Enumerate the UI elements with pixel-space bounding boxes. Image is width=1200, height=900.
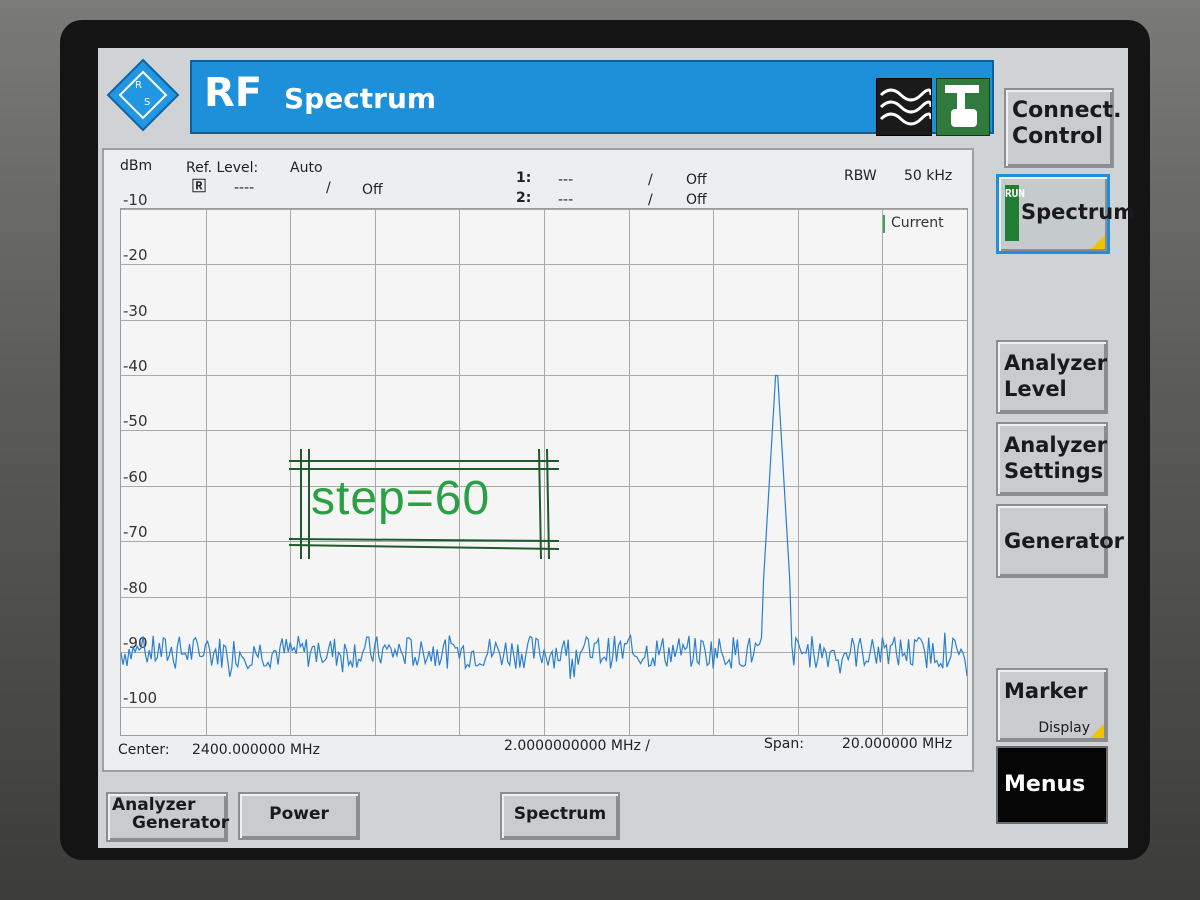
step-annotation: step=60 [289,449,559,559]
analyzer-settings-label-2: Settings [1004,459,1104,483]
div-value: 2.0000000000 MHz / [504,738,651,754]
marker-2-value: --- [558,192,574,208]
spectrum-plot-panel: dBm Ref. Level: Auto 🅁 ---- / Off 1: ---… [102,148,974,772]
submenu-indicator-icon [1091,235,1105,249]
marker-display-button[interactable]: Marker Display [996,668,1108,742]
connect-label-2: Control [1012,124,1103,149]
svg-text:R: R [135,80,142,91]
analyzer-generator-label-2: Generator [132,813,230,833]
ref-marker-sep: / [326,180,331,196]
hand-pointer-icon [945,85,979,127]
unit-label: dBm [120,158,153,174]
waveform-button[interactable] [876,78,933,136]
analyzer-generator-button[interactable]: Analyzer Generator [106,792,230,842]
rbw-value: 50 kHz [904,168,953,184]
power-button[interactable]: Power [238,792,360,840]
spectrum-bottom-button[interactable]: Spectrum [500,792,620,840]
ref-marker-state: Off [362,182,383,198]
analyzer-level-button[interactable]: Analyzer Level [996,340,1108,414]
analyzer-generator-label-1: Analyzer [112,795,196,815]
ref-level-label: Ref. Level: [186,160,259,176]
marker-sub-label: Display [1038,720,1090,736]
marker-2-icon: 2: [516,190,532,206]
instrument-screen: R S RF Spectrum Connect. Control dBm Ref… [98,48,1135,848]
marker-1-sep: / [648,172,653,188]
header: R S RF Spectrum Connect. Control [98,48,1128,168]
span-value: 20.000000 MHz [842,736,953,752]
connect-control-button[interactable]: Connect. Control [1004,88,1122,168]
analyzer-level-label-1: Analyzer [1004,351,1108,375]
spectrum-plot-area[interactable]: -10 -20 -30 -40 -50 -60 -70 -80 -90 -100 Current … [120,191,968,736]
ref-marker-value: ---- [234,180,255,196]
title-bar: RF Spectrum [190,60,994,134]
analyzer-level-label-2: Level [1004,377,1067,401]
spectrum-bottom-label: Spectrum [513,804,607,824]
rbw-label: RBW [844,168,877,184]
marker-1-icon: 1: [516,170,532,186]
menus-button[interactable]: Menus [996,746,1108,824]
center-label: Center: [118,742,170,758]
center-value: 2400.000000 MHz [192,742,320,758]
connect-label-1: Connect. [1012,98,1122,123]
power-label: Power [269,804,329,824]
ref-marker-icon: 🅁 [192,179,206,195]
analyzer-settings-label-1: Analyzer [1004,433,1108,457]
generator-label: Generator [1004,529,1125,553]
marker-label: Marker [1004,679,1088,703]
run-indicator: RUN [1005,185,1025,241]
menus-label: Menus [1004,772,1086,797]
submenu-indicator-icon [1090,724,1104,738]
marker-1-state: Off [686,172,707,188]
step-annotation-text: step=60 [311,472,491,525]
marker-2-state: Off [686,192,707,208]
rohde-schwarz-logo-icon: R S [106,58,180,132]
wave-icon [879,88,933,126]
remote-control-button[interactable] [936,78,990,136]
span-label: Span: [764,736,804,752]
analyzer-settings-button[interactable]: Analyzer Settings [996,422,1108,496]
marker-1-value: --- [558,172,574,188]
page-title: Spectrum [284,82,437,115]
svg-text:S: S [144,97,150,108]
marker-2-sep: / [648,192,653,208]
generator-button[interactable]: Generator [996,504,1125,578]
spectrum-softkey[interactable]: RUN Spectrum [996,174,1135,254]
y-tick-label: -10 [123,191,148,209]
ref-level-value: Auto [290,160,323,176]
title-rf: RF [204,70,263,116]
